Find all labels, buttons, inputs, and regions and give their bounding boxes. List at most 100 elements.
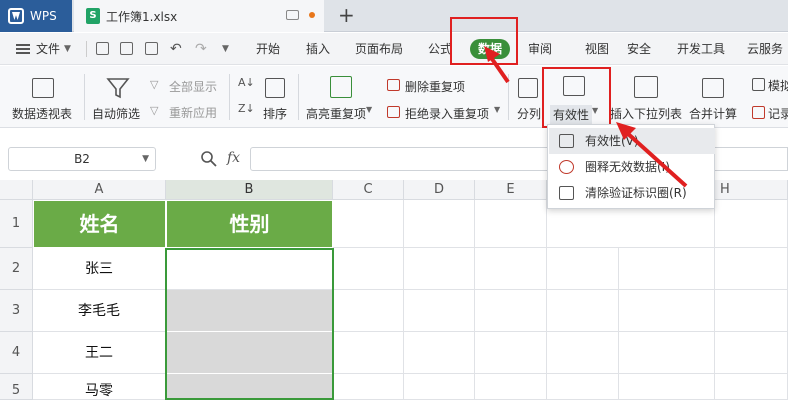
grid-cell[interactable] bbox=[619, 248, 715, 290]
file-menu-chevron-icon[interactable]: ▼ bbox=[64, 33, 71, 65]
pivot-table-button[interactable]: 数据透视表 bbox=[12, 105, 72, 122]
cell-a4[interactable]: 王二 bbox=[33, 332, 166, 374]
grid-cell[interactable] bbox=[404, 374, 475, 400]
document-tab[interactable]: S 工作簿1.xlsx bbox=[74, 0, 324, 32]
formula-input-right[interactable] bbox=[715, 147, 788, 171]
merge-calc-button[interactable]: 合并计算 bbox=[689, 105, 737, 122]
file-menu[interactable]: 文件 bbox=[36, 33, 60, 65]
sort-button[interactable]: 排序 bbox=[263, 105, 287, 122]
row-header-4[interactable]: 4 bbox=[0, 332, 33, 374]
simulate-button[interactable]: 模拟 bbox=[768, 77, 788, 94]
column-header-e[interactable]: E bbox=[475, 180, 547, 200]
menu-item-insert[interactable]: 插入 bbox=[306, 33, 330, 65]
cell-b1-gender-header[interactable]: 性别 bbox=[166, 200, 333, 248]
cell-b2-active[interactable] bbox=[166, 248, 333, 290]
monitor-icon[interactable] bbox=[286, 10, 299, 20]
menu-item-home[interactable]: 开始 bbox=[256, 33, 280, 65]
grid-cell[interactable] bbox=[333, 248, 404, 290]
row-header-5[interactable]: 5 bbox=[0, 374, 33, 400]
grid-cell[interactable] bbox=[475, 290, 547, 332]
grid-cell[interactable] bbox=[475, 248, 547, 290]
grid-cell[interactable] bbox=[715, 374, 788, 400]
show-all-button[interactable]: 全部显示 bbox=[169, 78, 217, 95]
grid-cell[interactable] bbox=[715, 332, 788, 374]
menu-item-formula[interactable]: 公式 bbox=[428, 33, 452, 65]
grid-cell[interactable] bbox=[715, 200, 788, 248]
menu-item-cloud[interactable]: 云服务 bbox=[747, 33, 783, 65]
grid-cell[interactable] bbox=[404, 200, 475, 248]
wps-home-tab[interactable]: WPS bbox=[0, 0, 72, 32]
hamburger-menu-icon[interactable] bbox=[16, 44, 30, 54]
grid-cell[interactable] bbox=[619, 332, 715, 374]
name-box[interactable]: B2 ▼ bbox=[8, 147, 156, 171]
cell-a1-name-header[interactable]: 姓名 bbox=[33, 200, 166, 248]
cell-a3[interactable]: 李毛毛 bbox=[33, 290, 166, 332]
menu-item-page-layout[interactable]: 页面布局 bbox=[355, 33, 403, 65]
row-header-1[interactable]: 1 bbox=[0, 200, 33, 248]
grid-cell[interactable] bbox=[475, 200, 547, 248]
reapply-button[interactable]: 重新应用 bbox=[169, 104, 217, 121]
record-button[interactable]: 记录 bbox=[768, 105, 788, 122]
grid-cell[interactable] bbox=[547, 374, 619, 400]
sort-desc-icon[interactable]: Z↓ bbox=[238, 102, 255, 115]
cell-b4[interactable] bbox=[166, 332, 333, 374]
grid-cell[interactable] bbox=[333, 332, 404, 374]
fx-icon[interactable]: fx bbox=[227, 150, 240, 166]
row-header-3[interactable]: 3 bbox=[0, 290, 33, 332]
grid-cell[interactable] bbox=[404, 290, 475, 332]
grid-cell[interactable] bbox=[475, 332, 547, 374]
menu-item-clear-circles[interactable]: 清除验证标识圈(R) bbox=[549, 180, 715, 206]
grid-cell[interactable] bbox=[404, 248, 475, 290]
grid-cell[interactable] bbox=[547, 332, 619, 374]
name-box-chevron-icon[interactable]: ▼ bbox=[142, 148, 149, 170]
print-icon[interactable] bbox=[120, 42, 133, 55]
formula-input[interactable] bbox=[250, 147, 550, 171]
new-tab-button[interactable]: + bbox=[338, 3, 355, 27]
column-header-d[interactable]: D bbox=[404, 180, 475, 200]
grid-cell[interactable] bbox=[547, 248, 619, 290]
save-icon[interactable] bbox=[96, 42, 109, 55]
grid-cell[interactable] bbox=[715, 290, 788, 332]
grid-cell[interactable] bbox=[333, 374, 404, 400]
menu-item-view[interactable]: 视图 bbox=[585, 33, 609, 65]
highlight-duplicates-button[interactable]: 高亮重复项 bbox=[306, 105, 366, 122]
print-preview-icon[interactable] bbox=[145, 42, 158, 55]
grid-cell[interactable] bbox=[619, 374, 715, 400]
row-header-2[interactable]: 2 bbox=[0, 248, 33, 290]
menu-item-review[interactable]: 审阅 bbox=[528, 33, 552, 65]
select-all-corner[interactable] bbox=[0, 180, 33, 200]
ribbon-separator bbox=[298, 74, 299, 120]
cell-b3[interactable] bbox=[166, 290, 333, 332]
insert-dropdown-list-button[interactable]: 插入下拉列表 bbox=[610, 105, 682, 122]
highlight-duplicates-chevron-icon[interactable]: ▼ bbox=[366, 105, 372, 114]
cell-a5[interactable]: 马零 bbox=[33, 374, 166, 400]
grid-cell[interactable] bbox=[333, 200, 404, 248]
sort-asc-icon[interactable]: A↓ bbox=[238, 76, 255, 89]
column-header-h[interactable]: H bbox=[715, 180, 788, 200]
grid-cell[interactable] bbox=[475, 374, 547, 400]
grid-cell[interactable] bbox=[715, 248, 788, 290]
zoom-search-icon[interactable] bbox=[200, 150, 218, 168]
grid-cell[interactable] bbox=[619, 290, 715, 332]
cell-a2[interactable]: 张三 bbox=[33, 248, 166, 290]
grid-cell[interactable] bbox=[333, 290, 404, 332]
column-header-b[interactable]: B bbox=[166, 180, 333, 200]
split-column-button[interactable]: 分列 bbox=[517, 105, 541, 122]
menu-item-circle-invalid[interactable]: 圈释无效数据(I) bbox=[549, 154, 715, 180]
menu-item-developer[interactable]: 开发工具 bbox=[677, 33, 725, 65]
autofilter-button[interactable]: 自动筛选 bbox=[92, 105, 140, 122]
column-header-a[interactable]: A bbox=[33, 180, 166, 200]
validity-icon bbox=[559, 134, 574, 148]
menu-item-validity[interactable]: 有效性(V) bbox=[549, 128, 715, 154]
grid-cell[interactable] bbox=[404, 332, 475, 374]
undo-icon[interactable]: ↶ bbox=[170, 33, 182, 65]
column-header-c[interactable]: C bbox=[333, 180, 404, 200]
redo-icon[interactable]: ↷ bbox=[195, 33, 207, 65]
cell-b5[interactable] bbox=[166, 374, 333, 400]
reject-duplicates-button[interactable]: 拒绝录入重复项 bbox=[405, 105, 489, 122]
menu-item-security[interactable]: 安全 bbox=[627, 33, 651, 65]
delete-duplicates-button[interactable]: 删除重复项 bbox=[405, 78, 465, 95]
grid-cell[interactable] bbox=[547, 290, 619, 332]
quick-access-chevron-icon[interactable]: ▼ bbox=[222, 33, 229, 65]
reject-duplicates-chevron-icon[interactable]: ▼ bbox=[494, 105, 500, 114]
